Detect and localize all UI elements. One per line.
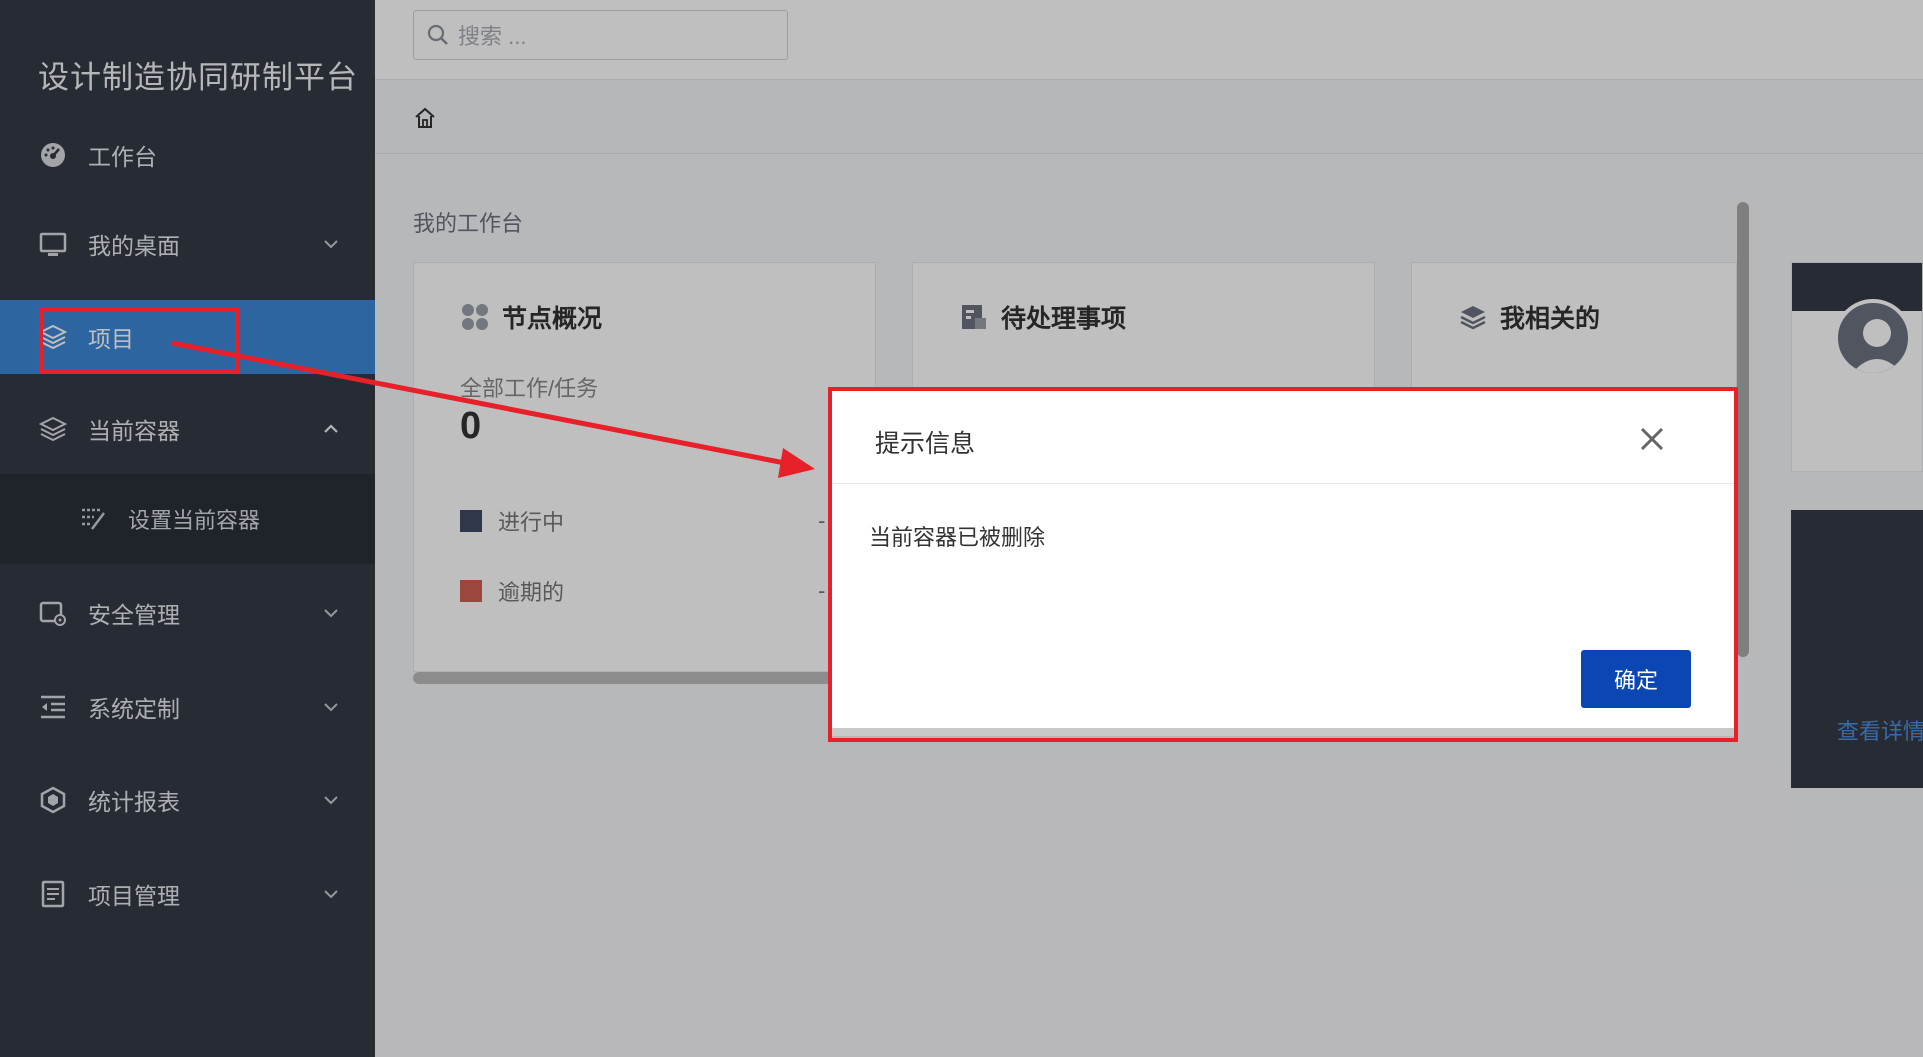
annotation-highlight-dialog <box>828 387 1738 742</box>
annotation-highlight-project <box>39 308 239 374</box>
